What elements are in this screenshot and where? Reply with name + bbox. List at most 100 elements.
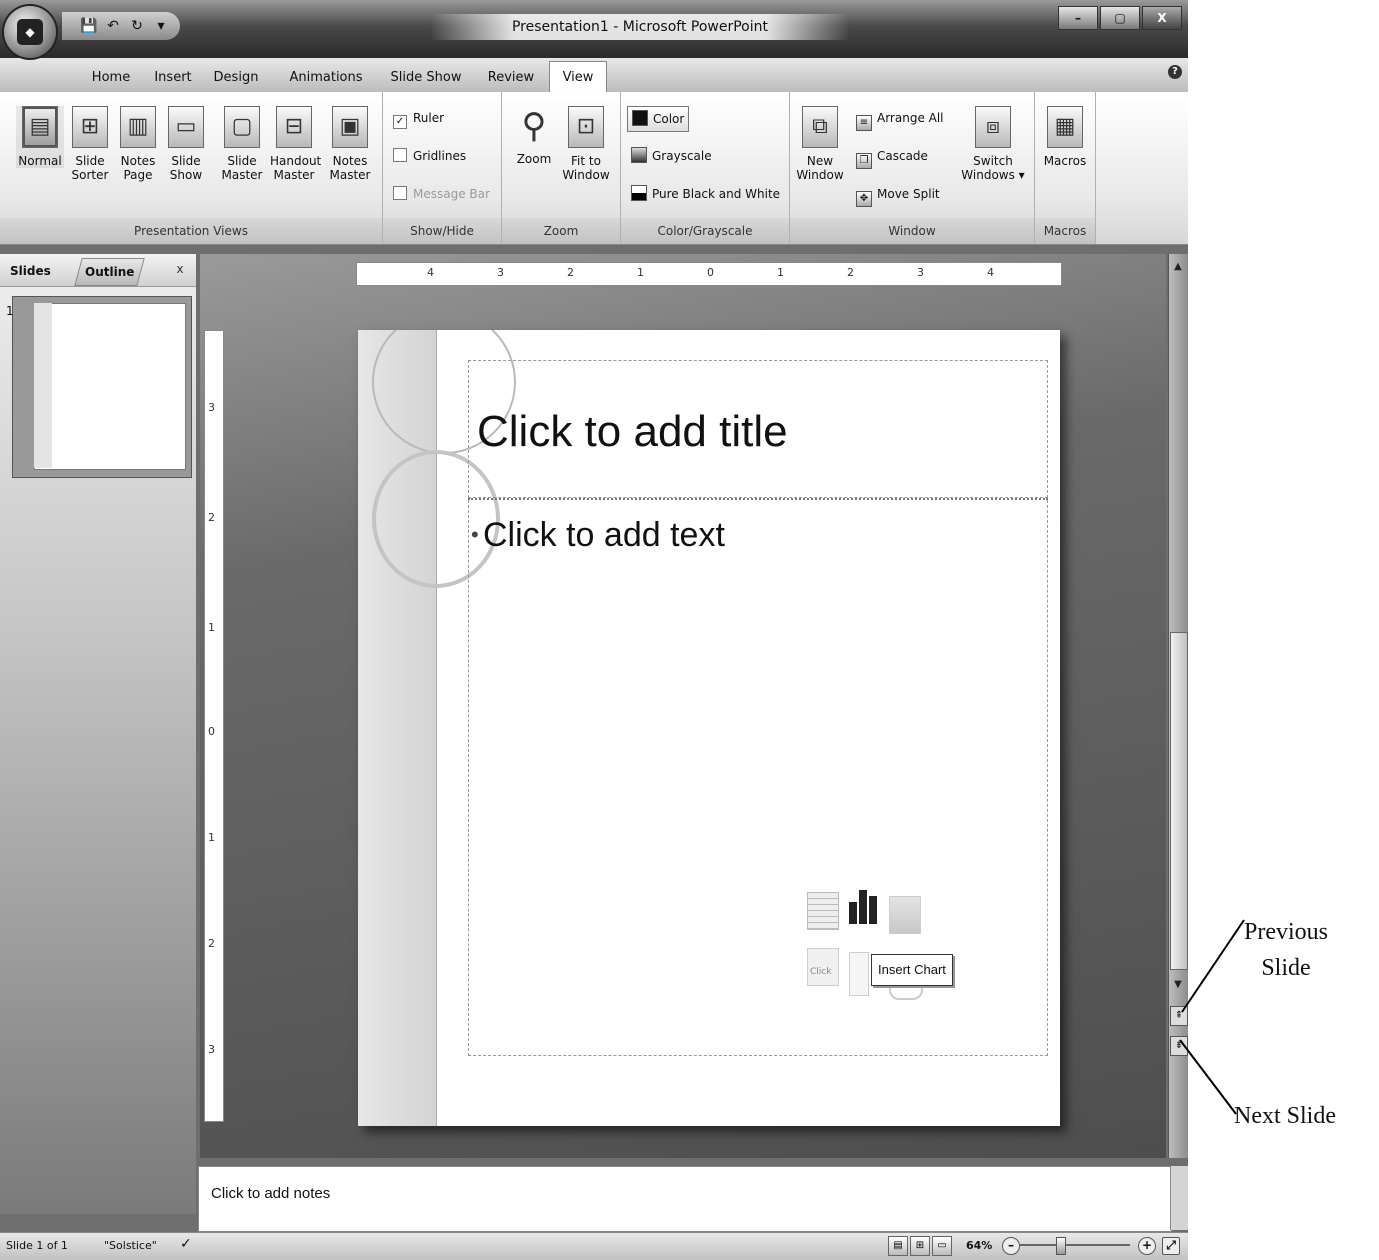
color-label: Color (653, 112, 685, 126)
zoom-slider-thumb[interactable] (1056, 1237, 1066, 1255)
insert-picture-icon[interactable]: Click (807, 948, 839, 986)
spell-check-icon[interactable]: ✓ (180, 1236, 192, 1252)
grayscale-swatch-icon (631, 147, 647, 163)
notes-master-button[interactable]: ▣ Notes Master (326, 106, 374, 182)
switch-windows-icon: ⧈ (975, 106, 1011, 148)
zoom-slider[interactable] (1020, 1244, 1130, 1246)
ruler-label: 1 (208, 831, 215, 844)
handout-master-icon: ⊟ (276, 106, 312, 148)
previous-slide-annotation-line1: Previous (1244, 919, 1328, 945)
office-button[interactable]: ◆ (4, 6, 56, 58)
ruler-label: 3 (208, 401, 215, 414)
tab-animations[interactable]: Animations (278, 64, 374, 92)
insert-clip-art-icon[interactable] (849, 952, 869, 996)
move-split-button[interactable]: ✥ Move Split (856, 182, 940, 207)
slide-show-button[interactable]: ▭ Slide Show (162, 106, 210, 182)
slide-sorter-shortcut-icon[interactable]: ⊞ (910, 1236, 930, 1256)
zoom-magnifier-icon: ⚲ (521, 106, 547, 146)
redo-icon[interactable]: ↻ (128, 17, 146, 35)
tab-slide-show[interactable]: Slide Show (378, 64, 474, 92)
tab-design[interactable]: Design (204, 64, 268, 92)
fit-to-window-label-1: Fit to (571, 154, 601, 168)
tab-insert[interactable]: Insert (140, 64, 206, 92)
slide-master-button[interactable]: ▢ Slide Master (218, 106, 266, 182)
slide-canvas[interactable]: Click to add title • Click to add text C… (358, 330, 1060, 1126)
slide-count-status: Slide 1 of 1 (6, 1239, 68, 1252)
arrange-all-icon: ≡ (856, 115, 872, 131)
color-button[interactable]: Color (627, 106, 690, 132)
quick-access-toolbar: 💾 ↶ ↻ ▾ (62, 12, 180, 40)
insert-table-icon[interactable] (807, 892, 839, 930)
zoom-in-button[interactable]: + (1138, 1237, 1156, 1255)
arrange-all-button[interactable]: ≡ Arrange All (856, 106, 944, 131)
cascade-button[interactable]: ❐ Cascade (856, 144, 928, 169)
ribbon: ▤ Normal ⊞ Slide Sorter ▥ Notes Page ▭ S… (0, 92, 1188, 245)
title-placeholder[interactable]: Click to add title (468, 360, 1048, 498)
black-white-swatch-icon (631, 185, 647, 201)
slide-thumbnail[interactable] (34, 303, 186, 470)
normal-view-shortcut-icon[interactable]: ▤ (888, 1236, 908, 1256)
ruler-label: 3 (497, 266, 504, 279)
slide-thumbnail-number: 1 (6, 304, 14, 318)
ruler-label: 2 (208, 511, 215, 524)
tab-home[interactable]: Home (72, 64, 150, 92)
gridlines-check-icon (393, 148, 407, 162)
zoom-button[interactable]: ⚲ Zoom (510, 106, 558, 166)
tab-view[interactable]: View (549, 61, 607, 93)
notes-page-label-2: Page (123, 168, 153, 182)
fit-to-window-button[interactable]: ⊡ Fit to Window (562, 106, 610, 182)
group-label-macros: Macros (1035, 218, 1095, 244)
customize-toolbar-icon[interactable]: ▾ (152, 17, 170, 35)
maximize-button[interactable]: ▢ (1100, 6, 1140, 30)
insert-smartart-icon[interactable] (889, 896, 921, 934)
new-window-label-1: New (806, 154, 834, 168)
close-button[interactable]: X (1142, 6, 1182, 30)
save-icon[interactable]: 💾 (80, 17, 98, 35)
slide-show-label-1: Slide (171, 154, 201, 168)
notes-page-label-1: Notes (120, 154, 156, 168)
content-placeholder[interactable]: • Click to add text Click Insert Chart (468, 500, 1048, 1056)
vertical-ruler[interactable]: 3 2 1 0 1 2 3 (204, 330, 224, 1122)
gridlines-checkbox[interactable]: Gridlines (393, 144, 466, 168)
message-bar-check-icon (393, 186, 407, 200)
slide-show-icon: ▭ (168, 106, 204, 148)
zoom-level[interactable]: 64% (966, 1239, 992, 1252)
switch-windows-button[interactable]: ⧈ Switch Windows ▾ (958, 106, 1028, 182)
group-label-zoom: Zoom (502, 218, 620, 244)
notes-page-button[interactable]: ▥ Notes Page (114, 106, 162, 182)
minimize-button[interactable]: – (1058, 6, 1098, 30)
pure-black-and-white-button[interactable]: Pure Black and White (631, 182, 780, 206)
zoom-out-button[interactable]: – (1002, 1237, 1020, 1255)
chart-bar-glyph (869, 896, 877, 924)
macros-button[interactable]: ▦ Macros (1041, 106, 1089, 168)
fit-slide-icon[interactable]: ⤢ (1162, 1237, 1180, 1255)
next-slide-pointer (1179, 1039, 1237, 1115)
slide-master-icon: ▢ (224, 106, 260, 148)
fit-to-window-label-2: Window (562, 168, 610, 182)
gridlines-label: Gridlines (413, 149, 467, 163)
undo-icon[interactable]: ↶ (104, 17, 122, 35)
scroll-up-icon[interactable]: ▲ (1170, 258, 1186, 276)
slide-thumbnail-decoration (34, 303, 52, 468)
theme-name-status[interactable]: "Solstice" (104, 1239, 157, 1252)
insert-chart-icon[interactable] (849, 888, 879, 924)
show-hide-group: ✓ Ruler Gridlines Message Bar Show/Hide (383, 92, 502, 244)
ruler-label: 0 (208, 725, 215, 738)
horizontal-ruler[interactable]: 4 3 2 1 0 1 2 3 4 (356, 262, 1062, 286)
notes-pane[interactable]: Click to add notes (198, 1166, 1172, 1232)
slide-sorter-button[interactable]: ⊞ Slide Sorter (66, 106, 114, 182)
help-icon[interactable]: ? (1168, 65, 1182, 79)
close-panel-icon[interactable]: x (172, 259, 188, 279)
grayscale-button[interactable]: Grayscale (631, 144, 712, 168)
slide-show-shortcut-icon[interactable]: ▭ (932, 1236, 952, 1256)
tab-review[interactable]: Review (478, 64, 544, 92)
notes-scrollbar[interactable] (1170, 1166, 1188, 1230)
handout-master-button[interactable]: ⊟ Handout Master (270, 106, 321, 182)
new-window-button[interactable]: ⧉ New Window (796, 106, 844, 182)
tab-slides[interactable]: Slides (4, 258, 57, 284)
ruler-label: 1 (637, 266, 644, 279)
tab-outline[interactable]: Outline (74, 258, 146, 286)
ruler-checkbox[interactable]: ✓ Ruler (393, 106, 444, 130)
ruler-label: 1 (777, 266, 784, 279)
normal-view-button[interactable]: ▤ Normal (16, 106, 64, 168)
